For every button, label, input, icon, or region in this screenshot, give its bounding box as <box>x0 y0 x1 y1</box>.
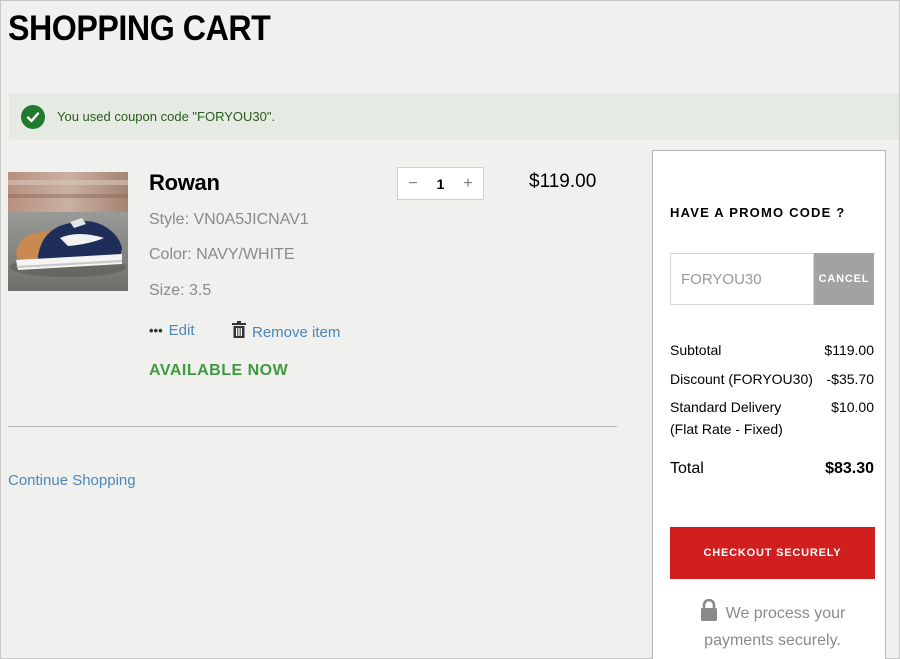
divider <box>8 426 617 427</box>
remove-item-label[interactable]: Remove item <box>252 324 340 341</box>
coupon-message: You used coupon code "FORYOU30". <box>57 109 276 124</box>
secure-line-2: payments securely. <box>704 632 841 649</box>
quantity-increase-button[interactable]: + <box>461 175 475 193</box>
quantity-decrease-button[interactable]: − <box>406 175 420 193</box>
discount-label: Discount (FORYOU30) <box>670 371 813 387</box>
delivery-value: $10.00 <box>831 399 874 415</box>
promo-cancel-button[interactable]: CANCEL <box>814 253 874 305</box>
availability-status: AVAILABLE NOW <box>149 362 289 379</box>
subtotal-label: Subtotal <box>670 342 722 358</box>
product-style: Style: VN0A5JICNAV1 <box>149 211 309 228</box>
subtotal-value: $119.00 <box>824 342 874 358</box>
secure-payment-note: We process your payments securely. <box>670 598 875 653</box>
product-size: Size: 3.5 <box>149 282 212 299</box>
discount-row: Discount (FORYOU30) -$35.70 <box>670 371 874 387</box>
edit-label[interactable]: Edit <box>169 322 195 339</box>
delivery-label: Standard Delivery <box>670 399 782 415</box>
total-label: Total <box>670 460 704 477</box>
order-summary-panel: HAVE A PROMO CODE ? CANCEL Subtotal $119… <box>652 150 886 659</box>
continue-shopping-link[interactable]: Continue Shopping <box>8 472 136 489</box>
quantity-stepper: − 1 + <box>397 167 484 200</box>
promo-code-input[interactable] <box>670 253 814 305</box>
checkout-button[interactable]: CHECKOUT SECURELY <box>670 527 875 579</box>
delivery-method-row: (Flat Rate - Fixed) <box>670 421 874 437</box>
product-color: Color: NAVY/WHITE <box>149 246 295 263</box>
product-name[interactable]: Rowan <box>149 170 220 196</box>
total-row: Total $83.30 <box>670 460 874 478</box>
remove-item-link[interactable]: Remove item <box>232 321 340 343</box>
quantity-value[interactable]: 1 <box>437 176 445 192</box>
check-circle-icon <box>21 104 45 129</box>
delivery-row: Standard Delivery $10.00 <box>670 399 874 415</box>
product-image[interactable] <box>8 172 128 291</box>
more-dots-icon: ••• <box>149 323 163 338</box>
total-value: $83.30 <box>825 460 874 477</box>
secure-line-1: We process your <box>725 605 846 622</box>
edit-item-link[interactable]: ••• Edit <box>149 322 195 339</box>
lock-icon <box>700 598 718 629</box>
coupon-success-banner: You used coupon code "FORYOU30". <box>9 93 899 140</box>
promo-code-heading: HAVE A PROMO CODE ? <box>670 205 846 220</box>
subtotal-row: Subtotal $119.00 <box>670 342 874 358</box>
page-title: SHOPPING CART <box>8 9 271 48</box>
trash-icon <box>232 321 246 343</box>
item-price: $119.00 <box>529 171 597 192</box>
delivery-method-label: (Flat Rate - Fixed) <box>670 421 783 437</box>
discount-value: -$35.70 <box>826 371 874 387</box>
